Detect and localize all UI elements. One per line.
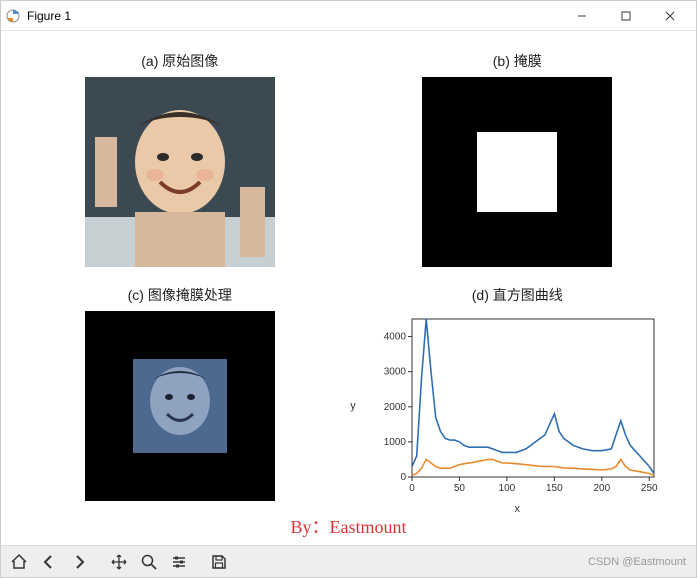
panel-b: (b) 掩膜 <box>369 51 667 267</box>
original-image <box>85 77 275 267</box>
pan-button[interactable] <box>105 549 133 575</box>
svg-text:4000: 4000 <box>384 332 407 343</box>
app-icon <box>5 8 21 24</box>
figure-canvas: (a) 原始图像 <box>1 31 696 545</box>
close-button[interactable] <box>648 1 692 31</box>
svg-text:2000: 2000 <box>384 402 407 413</box>
panel-a-title: (a) 原始图像 <box>141 51 218 71</box>
panel-c-title: (c) 图像掩膜处理 <box>128 285 232 305</box>
panel-d-title: (d) 直方图曲线 <box>472 285 563 305</box>
svg-text:3000: 3000 <box>384 367 407 378</box>
svg-text:50: 50 <box>454 483 466 494</box>
configure-button[interactable] <box>165 549 193 575</box>
svg-text:250: 250 <box>641 483 658 494</box>
window-titlebar: Figure 1 <box>1 1 696 31</box>
panel-a: (a) 原始图像 <box>31 51 329 267</box>
zoom-button[interactable] <box>135 549 163 575</box>
svg-text:200: 200 <box>594 483 611 494</box>
panel-b-title: (b) 掩膜 <box>493 51 542 71</box>
home-button[interactable] <box>5 549 33 575</box>
chart-ylabel: y <box>350 311 356 501</box>
svg-text:150: 150 <box>546 483 563 494</box>
mask-image <box>422 77 612 267</box>
svg-text:100: 100 <box>499 483 516 494</box>
forward-button[interactable] <box>65 549 93 575</box>
window-title: Figure 1 <box>27 9 71 23</box>
panel-c: (c) 图像掩膜处理 <box>31 285 329 501</box>
matplotlib-toolbar: CSDN @Eastmount <box>1 545 696 577</box>
svg-text:0: 0 <box>401 472 407 483</box>
back-button[interactable] <box>35 549 63 575</box>
minimize-button[interactable] <box>560 1 604 31</box>
byline: By：Eastmount <box>1 513 696 539</box>
watermark: CSDN @Eastmount <box>588 556 692 568</box>
maximize-button[interactable] <box>604 1 648 31</box>
save-button[interactable] <box>205 549 233 575</box>
svg-text:0: 0 <box>409 483 415 494</box>
histogram-chart: 05010015020025001000200030004000 x y <box>372 311 662 501</box>
svg-text:1000: 1000 <box>384 437 407 448</box>
masked-image <box>85 311 275 501</box>
panel-d: (d) 直方图曲线 0 50 100 150 200 250 0 1000 2000 3000 40… <box>369 285 667 501</box>
